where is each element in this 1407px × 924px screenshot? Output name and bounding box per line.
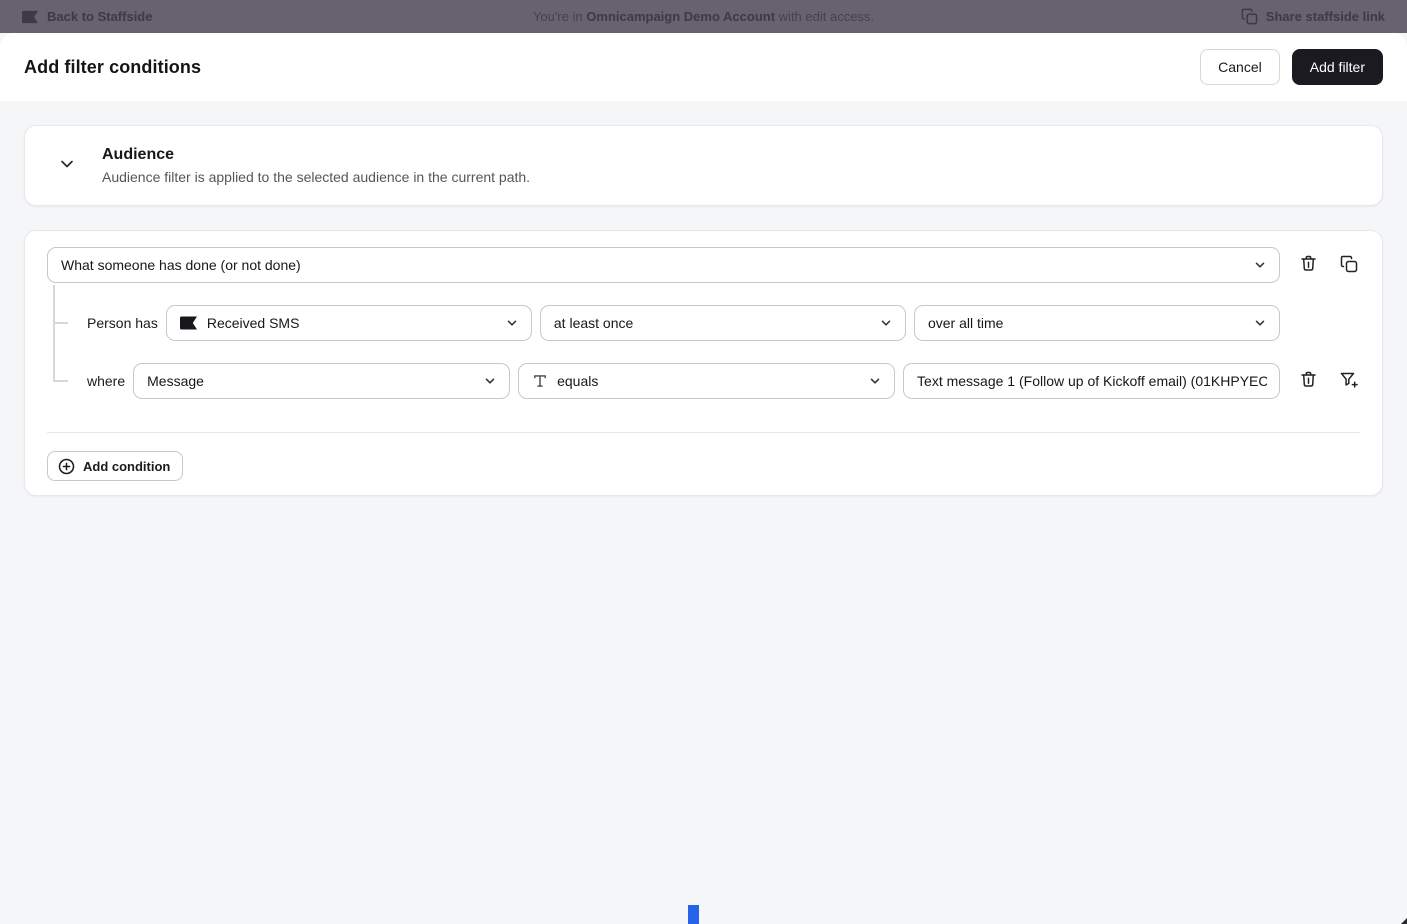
add-filter-conditions-modal: Add filter conditions Cancel Add filter … xyxy=(0,33,1407,924)
timeframe-value: over all time xyxy=(927,315,1004,331)
delete-where-button[interactable] xyxy=(1297,370,1319,392)
where-controls: Message equals Text message 1 (Follow up… xyxy=(133,363,1280,399)
condition-type-select[interactable]: What someone has done (or not done) xyxy=(47,247,1280,283)
timeframe-select[interactable]: over all time xyxy=(913,305,1281,341)
frequency-value: at least once xyxy=(553,315,634,331)
add-condition-button[interactable]: Add condition xyxy=(47,451,184,481)
event-select[interactable]: Received SMS xyxy=(165,305,532,341)
account-access-banner: You're in Omnicampaign Demo Account with… xyxy=(533,0,874,33)
back-to-staffside-link[interactable]: Back to Staffside xyxy=(22,9,152,24)
staffside-topbar: Back to Staffside You're in Omnicampaign… xyxy=(0,0,1407,33)
field-select[interactable]: Message xyxy=(133,363,511,399)
tree-connector-branch-where xyxy=(53,380,68,382)
operator-select[interactable]: equals xyxy=(518,363,896,399)
audience-description: Audience filter is applied to the select… xyxy=(102,169,531,185)
add-subfilter-button[interactable] xyxy=(1338,370,1360,392)
chevron-down-icon xyxy=(1253,316,1267,330)
filter-condition-card: What someone has done (or not done) Pers… xyxy=(24,230,1383,496)
chevron-down-icon xyxy=(505,316,519,330)
where-row-label: where xyxy=(87,373,126,389)
delete-condition-button[interactable] xyxy=(1297,254,1319,276)
chevron-down-icon xyxy=(57,154,77,177)
duplicate-condition-button[interactable] xyxy=(1338,254,1360,276)
page-title: Add filter conditions xyxy=(24,56,202,77)
event-row: Person has Received SMS at least once ov… xyxy=(87,305,1360,341)
card-divider xyxy=(47,432,1360,433)
audience-text-block: Audience Audience filter is applied to t… xyxy=(102,146,530,185)
share-staffside-link[interactable]: Share staffside link xyxy=(1241,8,1385,25)
where-actions xyxy=(1280,370,1360,392)
text-type-icon xyxy=(532,373,548,389)
chevron-down-icon xyxy=(868,374,882,388)
header-actions: Cancel Add filter xyxy=(1200,49,1383,85)
tree-connector-branch-event xyxy=(53,322,68,324)
cancel-button[interactable]: Cancel xyxy=(1200,49,1280,85)
event-row-label: Person has xyxy=(87,315,158,331)
share-link-label: Share staffside link xyxy=(1265,9,1385,24)
modal-header: Add filter conditions Cancel Add filter xyxy=(0,33,1407,101)
back-link-label: Back to Staffside xyxy=(47,9,153,24)
copy-icon xyxy=(1340,255,1358,276)
condition-type-value: What someone has done (or not done) xyxy=(61,257,301,273)
trash-icon xyxy=(1299,254,1318,276)
value-input-text: Text message 1 (Follow up of Kickoff ema… xyxy=(917,373,1267,389)
event-controls: Received SMS at least once over all time xyxy=(165,305,1281,341)
flag-icon xyxy=(179,316,198,330)
event-value: Received SMS xyxy=(206,315,300,331)
text-cursor-artifact xyxy=(688,905,699,924)
add-filter-button[interactable]: Add filter xyxy=(1291,49,1383,85)
chevron-down-icon xyxy=(483,374,497,388)
field-value: Message xyxy=(147,373,204,389)
frequency-select[interactable]: at least once xyxy=(539,305,906,341)
operator-value: equals xyxy=(557,373,599,389)
collapse-audience-button[interactable] xyxy=(55,154,79,178)
chevron-down-icon xyxy=(879,316,893,330)
plus-circle-icon xyxy=(58,458,75,475)
trash-icon xyxy=(1299,370,1318,392)
filter-plus-icon xyxy=(1339,370,1359,393)
condition-type-row: What someone has done (or not done) xyxy=(47,247,1360,283)
tree-connector-vertical xyxy=(53,285,55,381)
audience-title: Audience xyxy=(102,146,175,163)
value-input[interactable]: Text message 1 (Follow up of Kickoff ema… xyxy=(903,363,1280,399)
add-condition-label: Add condition xyxy=(83,458,171,474)
chevron-down-icon xyxy=(1253,258,1267,272)
account-name: Omnicampaign Demo Account xyxy=(586,9,776,24)
audience-section: Audience Audience filter is applied to t… xyxy=(24,125,1383,206)
banner-suffix: with edit access. xyxy=(775,9,875,24)
copy-icon xyxy=(1241,8,1258,25)
condition-actions xyxy=(1280,254,1360,276)
where-row: where Message equals Text message 1 (Fol… xyxy=(87,363,1360,399)
banner-prefix: You're in xyxy=(532,9,587,24)
flag-icon xyxy=(22,10,39,24)
